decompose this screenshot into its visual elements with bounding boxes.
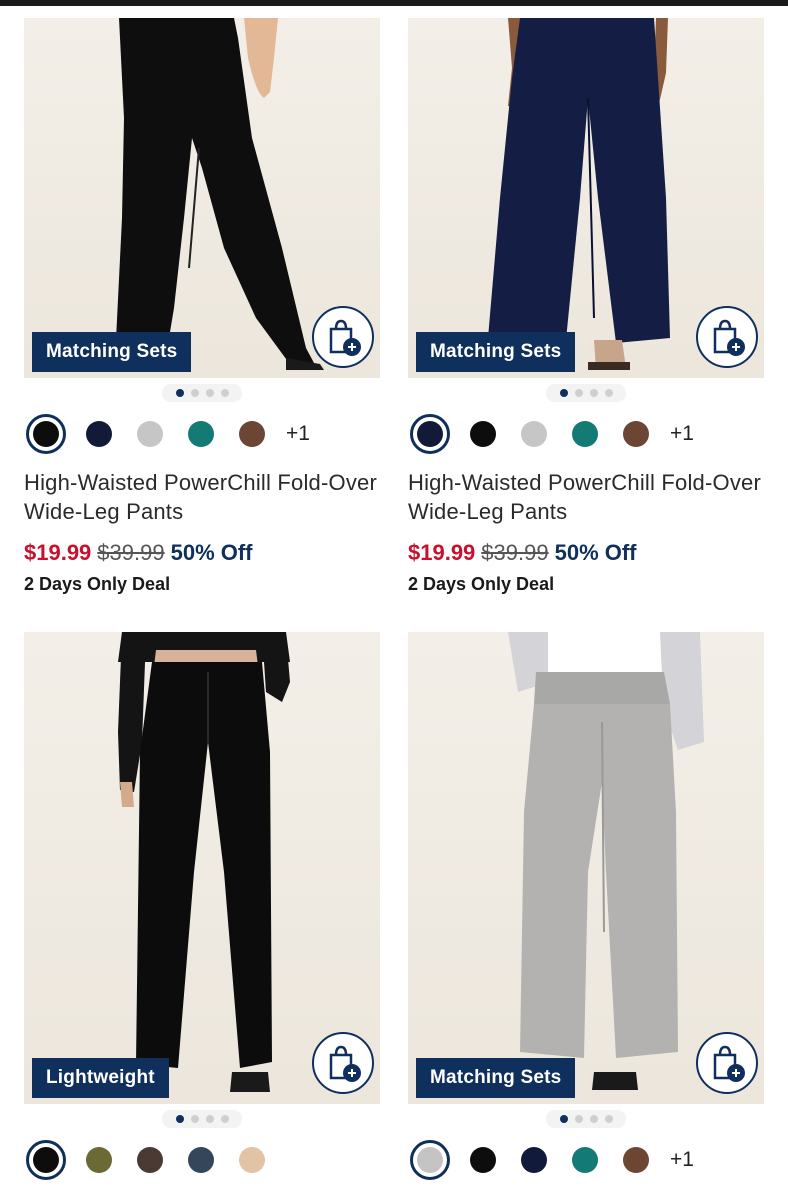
- carousel-dot[interactable]: [604, 1115, 613, 1123]
- carousel-dot[interactable]: [574, 389, 583, 397]
- image-carousel-dots[interactable]: [162, 384, 242, 402]
- carousel-dot[interactable]: [559, 389, 568, 397]
- carousel-dot[interactable]: [220, 389, 229, 397]
- shopping-bag-plus-icon: [329, 1045, 361, 1082]
- color-swatch[interactable]: [521, 1147, 547, 1173]
- more-colors-link[interactable]: +1: [670, 422, 694, 446]
- color-swatches: [24, 1138, 380, 1182]
- sale-price: $19.99: [24, 540, 92, 565]
- color-swatch[interactable]: [239, 421, 265, 447]
- carousel-dot[interactable]: [190, 1115, 199, 1123]
- product-name[interactable]: High-Waisted PowerChill Fold-Over Wide-L…: [24, 468, 380, 526]
- price-row: $19.99 $39.99 50% Off: [408, 540, 764, 566]
- pants-photo-black-trousers: [118, 632, 290, 1092]
- product-badge: Matching Sets: [32, 332, 192, 372]
- color-swatches: +1: [408, 1138, 764, 1182]
- carousel-dot[interactable]: [190, 389, 199, 397]
- top-bar: [0, 0, 788, 6]
- discount-label: 50% Off: [554, 540, 637, 565]
- color-swatch[interactable]: [521, 421, 547, 447]
- discount-label: 50% Off: [170, 540, 253, 565]
- add-to-bag-button[interactable]: [696, 306, 758, 368]
- shopping-bag-plus-icon: [713, 1045, 745, 1082]
- image-carousel-dots[interactable]: [162, 1110, 242, 1128]
- original-price: $39.99: [481, 540, 549, 565]
- color-swatch-selected[interactable]: [26, 1140, 66, 1180]
- carousel-dot[interactable]: [559, 1115, 568, 1123]
- product-card[interactable]: Matching Sets +1: [408, 632, 764, 1182]
- carousel-dot[interactable]: [175, 1115, 184, 1123]
- product-card[interactable]: Matching Sets +1 High-Waisted PowerChill…: [408, 18, 764, 595]
- product-image[interactable]: Matching Sets: [24, 18, 380, 378]
- product-image[interactable]: Lightweight: [24, 632, 380, 1104]
- color-swatch[interactable]: [86, 421, 112, 447]
- color-swatch[interactable]: [239, 1147, 265, 1173]
- product-badge: Matching Sets: [416, 332, 576, 372]
- add-to-bag-button[interactable]: [312, 1032, 374, 1094]
- color-swatch[interactable]: [86, 1147, 112, 1173]
- shopping-bag-plus-icon: [329, 319, 361, 356]
- color-swatch-selected[interactable]: [410, 414, 450, 454]
- carousel-dot[interactable]: [574, 1115, 583, 1123]
- deal-label: 2 Days Only Deal: [24, 574, 171, 594]
- carousel-dot[interactable]: [589, 1115, 598, 1123]
- product-card[interactable]: Matching Sets +1 High-Waisted PowerChill…: [24, 18, 380, 595]
- more-colors-link[interactable]: +1: [286, 422, 310, 446]
- color-swatch[interactable]: [137, 421, 163, 447]
- carousel-dot[interactable]: [604, 389, 613, 397]
- color-swatch[interactable]: [470, 421, 496, 447]
- image-carousel-dots[interactable]: [546, 384, 626, 402]
- pants-photo-grey-foldover: [508, 632, 704, 1090]
- color-swatch[interactable]: [470, 1147, 496, 1173]
- color-swatches: +1: [408, 412, 764, 456]
- color-swatch[interactable]: [623, 1147, 649, 1173]
- product-image[interactable]: Matching Sets: [408, 18, 764, 378]
- sale-price: $19.99: [408, 540, 476, 565]
- deal-label: 2 Days Only Deal: [408, 574, 555, 594]
- image-carousel-dots[interactable]: [546, 1110, 626, 1128]
- carousel-dot[interactable]: [220, 1115, 229, 1123]
- product-badge: Matching Sets: [416, 1058, 576, 1098]
- product-card[interactable]: Lightweight: [24, 632, 380, 1182]
- product-badge: Lightweight: [32, 1058, 169, 1098]
- add-to-bag-button[interactable]: [312, 306, 374, 368]
- more-colors-link[interactable]: +1: [670, 1148, 694, 1172]
- carousel-dot[interactable]: [175, 389, 184, 397]
- color-swatch-selected[interactable]: [26, 414, 66, 454]
- carousel-dot[interactable]: [589, 389, 598, 397]
- color-swatch[interactable]: [188, 1147, 214, 1173]
- original-price: $39.99: [97, 540, 165, 565]
- color-swatch[interactable]: [623, 421, 649, 447]
- color-swatch[interactable]: [188, 421, 214, 447]
- color-swatch[interactable]: [572, 1147, 598, 1173]
- product-image[interactable]: Matching Sets: [408, 632, 764, 1104]
- carousel-dot[interactable]: [205, 1115, 214, 1123]
- product-name[interactable]: High-Waisted PowerChill Fold-Over Wide-L…: [408, 468, 764, 526]
- price-row: $19.99 $39.99 50% Off: [24, 540, 380, 566]
- add-to-bag-button[interactable]: [696, 1032, 758, 1094]
- color-swatches: +1: [24, 412, 380, 456]
- color-swatch-selected[interactable]: [410, 1140, 450, 1180]
- color-swatch[interactable]: [572, 421, 598, 447]
- carousel-dot[interactable]: [205, 389, 214, 397]
- shopping-bag-plus-icon: [713, 319, 745, 356]
- color-swatch[interactable]: [137, 1147, 163, 1173]
